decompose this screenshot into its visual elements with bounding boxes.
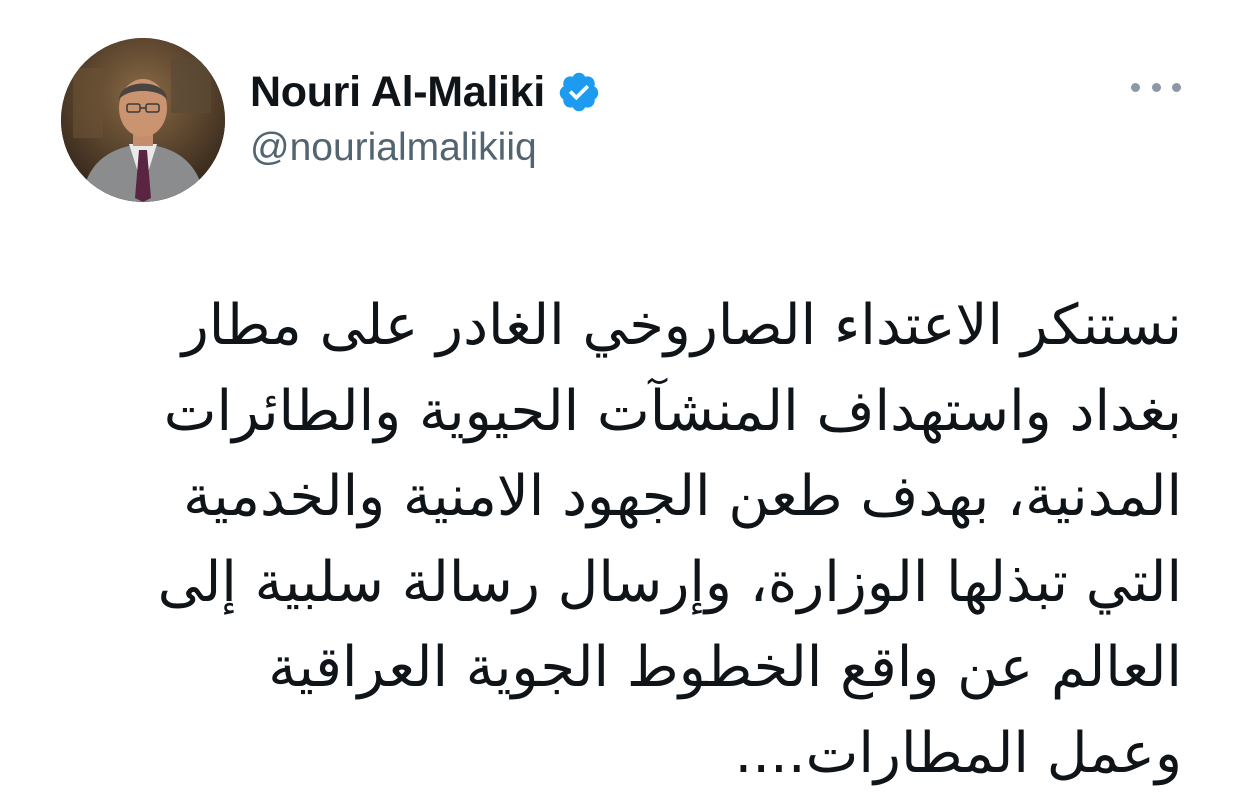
tweet-text: نستنكر الاعتداء الصاروخي الغادر على مطار… [52, 283, 1182, 796]
author-display-name[interactable]: Nouri Al-Maliki [250, 68, 545, 117]
tweet-text-line: نستنكر الاعتداء الصاروخي الغادر على مطار [181, 293, 1182, 358]
more-options-button[interactable] [1131, 75, 1181, 99]
tweet-text-line: المدنية، بهدف طعن الجهود الامنية والخدمي… [183, 464, 1182, 529]
more-horizontal-icon [1131, 82, 1140, 92]
tweet-text-line: وعمل المطارات.... [734, 720, 1182, 786]
verified-badge-icon [557, 70, 601, 114]
author-handle[interactable]: @nourialmalikiiq [250, 126, 601, 170]
author-avatar[interactable] [61, 38, 225, 202]
more-horizontal-icon-dot [1172, 82, 1181, 92]
tweet-text-line: التي تبذلها الوزارة، وإرسال رسالة سلبية … [157, 549, 1182, 615]
tweet-text-line: العالم عن واقع الخطوط الجوية العراقية [268, 635, 1182, 700]
tweet-card: Nouri Al-Maliki @nourialmalikiiq نستنكر … [0, 0, 1242, 800]
more-horizontal-icon-dot [1151, 82, 1161, 92]
tweet-text-line: بغداد واستهداف المنشآت الحيوية والطائرات [163, 378, 1182, 444]
name-row: Nouri Al-Maliki [250, 62, 601, 122]
author-header: Nouri Al-Maliki @nourialmalikiiq [250, 62, 601, 170]
avatar-photo [61, 38, 225, 202]
